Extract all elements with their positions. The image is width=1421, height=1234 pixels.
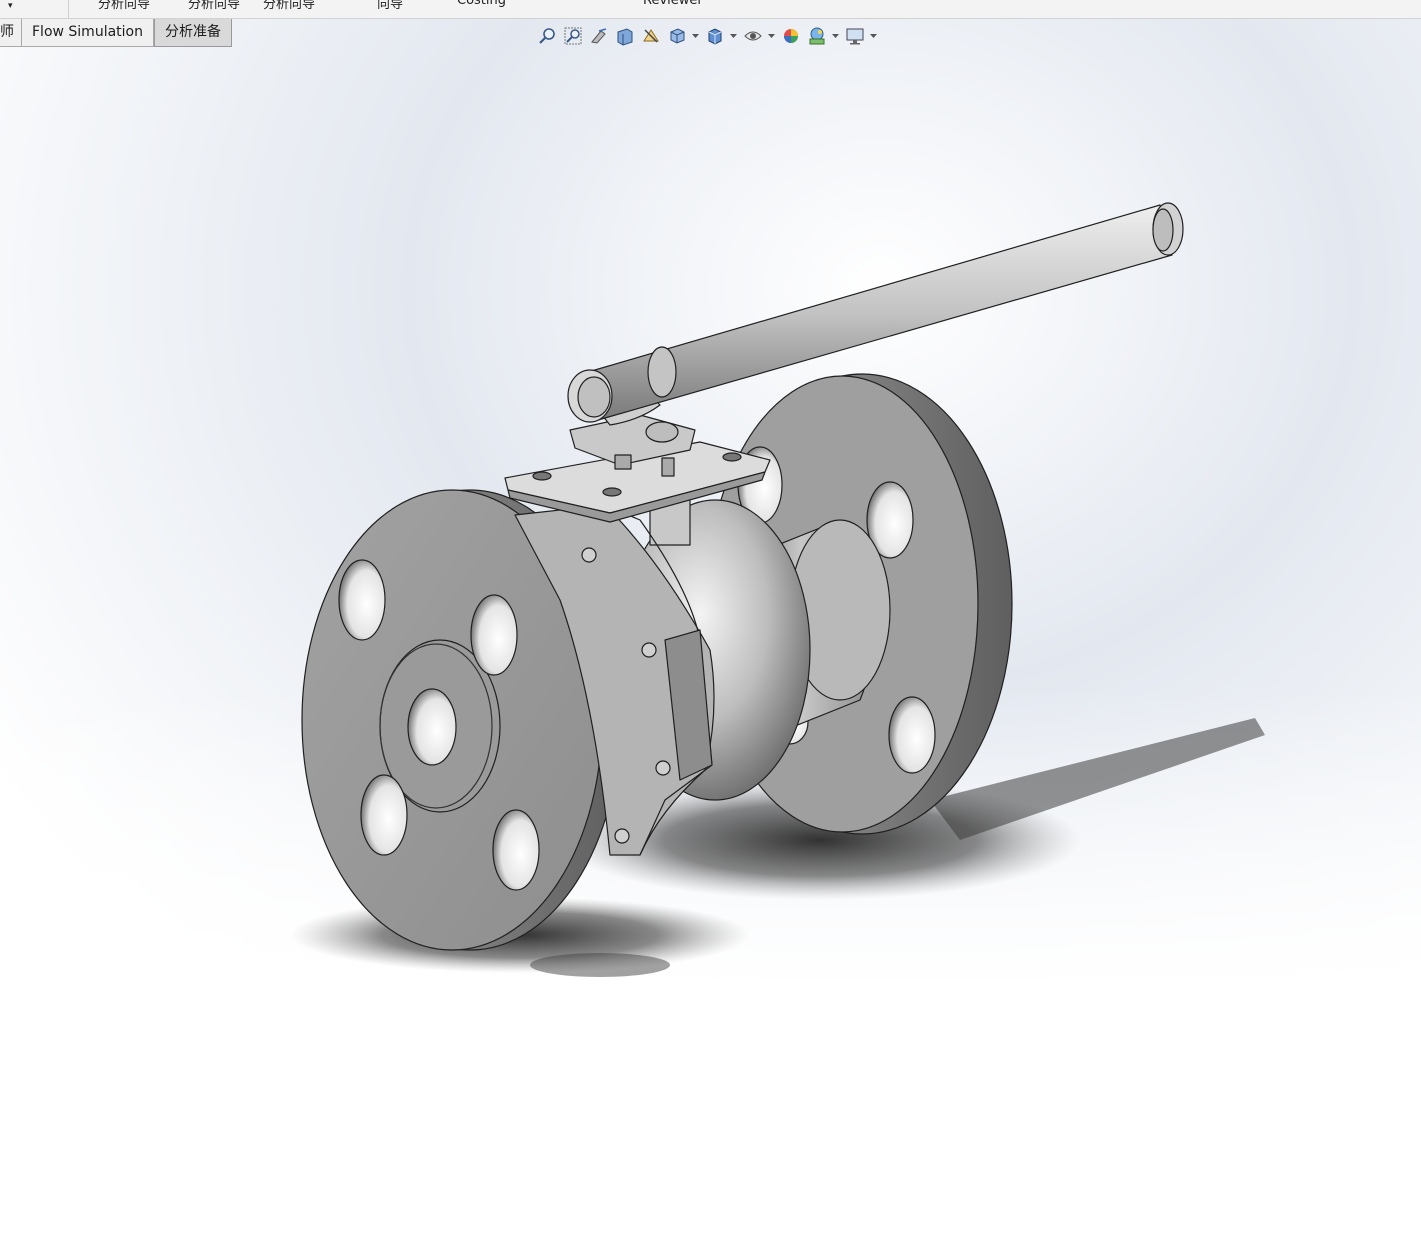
ribbon-item-analysis-wizard-3[interactable]: 分析向导 — [263, 0, 315, 12]
ribbon-collapse-caret-icon[interactable]: ▾ — [8, 1, 13, 11]
tab-flow-simulation[interactable]: Flow Simulation — [22, 19, 154, 47]
view-settings-dropdown-icon[interactable] — [869, 25, 878, 47]
tab-analysis-prep[interactable]: 分析准备 — [153, 19, 232, 47]
edit-appearance-icon[interactable] — [779, 25, 802, 47]
previous-view-icon[interactable] — [587, 25, 610, 47]
display-style-icon[interactable] — [703, 25, 726, 47]
dynamic-annotation-icon[interactable] — [639, 25, 662, 47]
zoom-to-area-icon[interactable] — [561, 25, 584, 47]
display-style-dropdown-icon[interactable] — [729, 25, 738, 47]
ribbon-item-costing[interactable]: Costing — [457, 0, 506, 8]
view-orientation-dropdown-icon[interactable] — [691, 25, 700, 47]
bolt-head — [581, 547, 597, 563]
zoom-to-fit-icon[interactable] — [535, 25, 558, 47]
command-tabs: 师 Flow Simulation 分析准备 — [0, 19, 232, 47]
bolt-head — [614, 828, 630, 844]
bolt-head — [655, 760, 671, 776]
ribbon-separator — [68, 0, 69, 18]
ribbon-item-analysis-wizard-1[interactable]: 分析向导 — [98, 0, 150, 12]
graphics-viewport[interactable] — [0, 19, 1421, 1234]
tab-engineer[interactable]: 师 — [0, 19, 22, 47]
view-settings-icon[interactable] — [843, 25, 866, 47]
hide-show-items-dropdown-icon[interactable] — [767, 25, 776, 47]
view-orientation-icon[interactable] — [665, 25, 688, 47]
hide-show-items-icon[interactable] — [741, 25, 764, 47]
bolt-head — [641, 642, 657, 658]
ribbon-item-analysis-wizard-2[interactable]: 分析向导 — [188, 0, 240, 12]
heads-up-view-toolbar — [535, 24, 878, 48]
apply-scene-dropdown-icon[interactable] — [831, 25, 840, 47]
ribbon-item-reviewer[interactable]: Reviewer — [643, 0, 703, 8]
ribbon-item-wizard[interactable]: 向导 — [377, 0, 403, 12]
command-manager-ribbon: ▾ 分析向导 分析向导 分析向导 向导 Costing Reviewer — [0, 0, 1421, 19]
section-view-icon[interactable] — [613, 25, 636, 47]
apply-scene-icon[interactable] — [805, 25, 828, 47]
